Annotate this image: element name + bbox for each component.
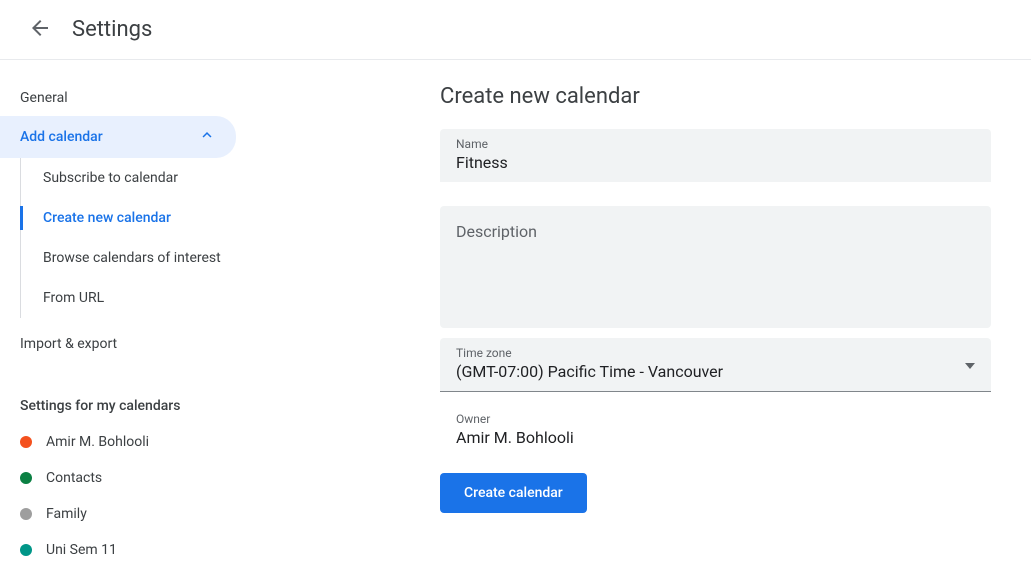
timezone-dropdown[interactable]: Time zone (GMT-07:00) Pacific Time - Van… (440, 338, 991, 392)
page-title: Create new calendar (440, 84, 991, 109)
main-content: Create new calendar Name Description Tim… (400, 60, 1031, 588)
name-input[interactable] (456, 153, 975, 172)
dropdown-icon (965, 354, 975, 373)
calendar-color-dot (20, 508, 32, 520)
sidebar-item-from-url[interactable]: From URL (21, 278, 260, 318)
timezone-label: Time zone (456, 346, 965, 360)
sidebar-item-add-calendar[interactable]: Add calendar (0, 116, 236, 158)
create-calendar-button[interactable]: Create calendar (440, 473, 587, 513)
owner-label: Owner (456, 412, 975, 426)
sidebar-sub-items: Subscribe to calendar Create new calenda… (20, 158, 260, 318)
arrow-left-icon (28, 16, 52, 44)
timezone-value: (GMT-07:00) Pacific Time - Vancouver (456, 362, 965, 381)
sidebar: General Add calendar Subscribe to calend… (0, 60, 260, 588)
calendar-color-dot (20, 436, 32, 448)
sidebar-item-label: Browse calendars of interest (43, 250, 221, 266)
name-field-container[interactable]: Name (440, 129, 991, 182)
calendar-item[interactable]: Contacts (0, 460, 260, 496)
my-calendars-title: Settings for my calendars (0, 378, 260, 424)
header-title: Settings (72, 17, 152, 42)
sidebar-item-browse[interactable]: Browse calendars of interest (21, 238, 260, 278)
calendar-item-label: Amir M. Bohlooli (46, 434, 149, 450)
back-button[interactable] (20, 10, 60, 50)
name-label: Name (456, 137, 975, 151)
sidebar-item-label: From URL (43, 290, 104, 306)
calendar-item-label: Uni Sem 11 (46, 542, 117, 558)
calendar-item[interactable]: Amir M. Bohlooli (0, 424, 260, 460)
calendar-color-dot (20, 544, 32, 556)
calendar-color-dot (20, 472, 32, 484)
header: Settings (0, 0, 1031, 60)
sidebar-item-general[interactable]: General (0, 80, 260, 116)
sidebar-item-label: General (20, 90, 68, 106)
calendar-item[interactable]: Family (0, 496, 260, 532)
sidebar-item-import-export[interactable]: Import & export (0, 326, 260, 362)
sidebar-item-subscribe[interactable]: Subscribe to calendar (21, 158, 260, 198)
description-field-container[interactable]: Description (440, 206, 991, 328)
calendar-item[interactable]: Uni Sem 11 (0, 532, 260, 568)
calendar-item-label: Contacts (46, 470, 102, 486)
calendar-item-label: Family (46, 506, 87, 522)
sidebar-item-label: Subscribe to calendar (43, 170, 178, 186)
owner-value: Amir M. Bohlooli (456, 428, 975, 447)
sidebar-item-create-new[interactable]: Create new calendar (21, 198, 260, 238)
sidebar-item-label: Create new calendar (43, 210, 171, 226)
description-label: Description (456, 222, 975, 241)
owner-container: Owner Amir M. Bohlooli (440, 408, 991, 457)
sidebar-item-label: Import & export (20, 336, 117, 352)
chevron-up-icon (198, 126, 216, 148)
sidebar-item-label: Add calendar (20, 129, 103, 145)
